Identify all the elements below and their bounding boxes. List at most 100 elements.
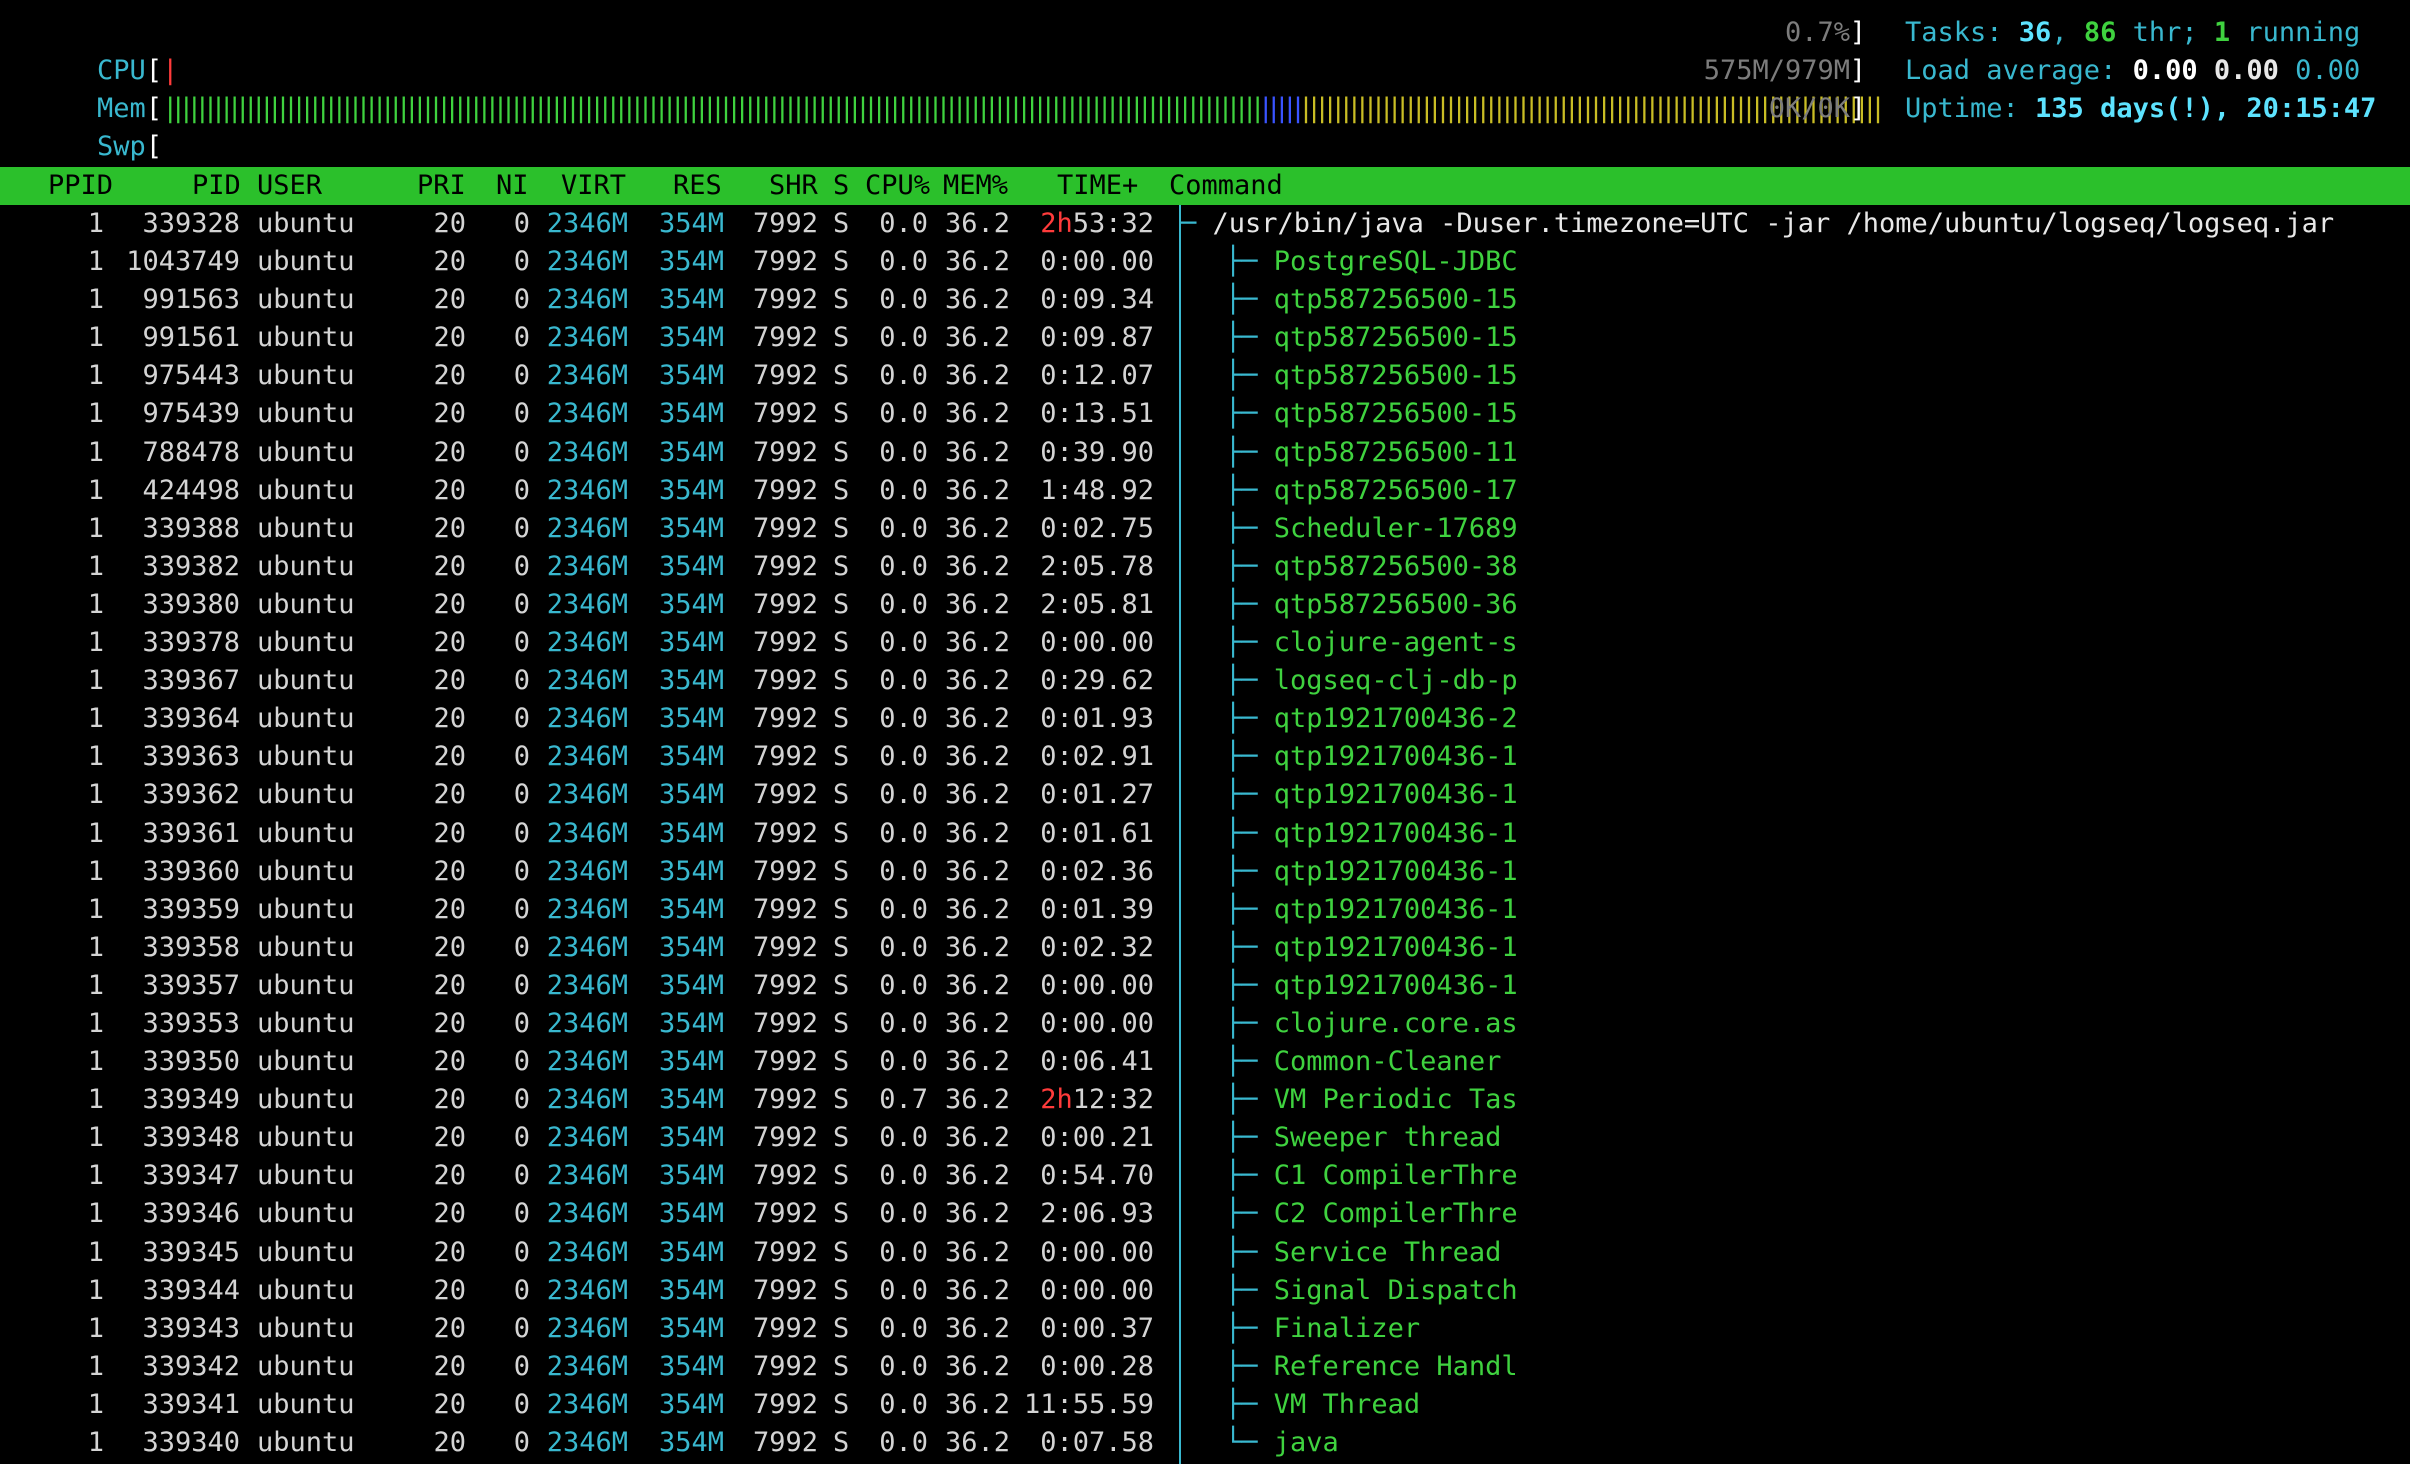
column-ppid[interactable]: PPID <box>48 167 113 205</box>
process-row[interactable]: 1 339361 ubuntu 20 0 2346M 354M 7992 S 0.0 36.2 0:0… <box>0 815 2410 853</box>
process-row[interactable]: 1 975443 ubuntu 20 0 2346M 354M 7992 S 0.0 36.2 0:1… <box>0 357 2410 395</box>
load-15min: 0.00 <box>2295 55 2361 86</box>
process-row[interactable]: 1 339380 ubuntu 20 0 2346M 354M 7992 S 0.0 36.2 2:0… <box>0 586 2410 624</box>
process-row[interactable]: 1 339367 ubuntu 20 0 2346M 354M 7992 S 0.0 36.2 0:2… <box>0 662 2410 700</box>
cell-mem: 36.2 <box>944 741 1010 773</box>
process-row[interactable]: 1 339363 ubuntu 20 0 2346M 354M 7992 S 0.0 36.2 0:0… <box>0 738 2410 776</box>
process-row[interactable]: 1 339349 ubuntu 20 0 2346M 354M 7992 S 0.7 36.2 2h1… <box>0 1081 2410 1119</box>
column-command[interactable]: Command <box>1169 167 1283 205</box>
cell-pri: 20 <box>433 1274 466 1306</box>
cell-res: 354M <box>658 1274 724 1306</box>
cell-ni: 0 <box>513 1007 530 1039</box>
process-row[interactable]: 1 339342 ubuntu 20 0 2346M 354M 7992 S 0.0 36.2 0:0… <box>0 1348 2410 1386</box>
cell-mem: 36.2 <box>944 931 1010 963</box>
cell-user: ubuntu <box>257 1388 355 1420</box>
cell-time: 0:09.34 <box>1040 281 1154 319</box>
cell-ppid: 1 <box>87 322 104 354</box>
thread-name: qtp587256500-11 <box>1273 436 1518 468</box>
cell-ppid: 1 <box>87 436 104 468</box>
cell-ppid: 1 <box>87 931 104 963</box>
process-row[interactable]: 1 339348 ubuntu 20 0 2346M 354M 7992 S 0.0 36.2 0:0… <box>0 1119 2410 1157</box>
thread-name: clojure.core.as <box>1273 1007 1518 1039</box>
cell-mem: 36.2 <box>944 665 1010 697</box>
cell-time-value: 0:12.07 <box>1040 360 1154 392</box>
cell-shr: 7992 <box>752 1350 818 1382</box>
cell-shr: 7992 <box>752 512 818 544</box>
cell-s: S <box>833 474 850 506</box>
process-row[interactable]: 1 339353 ubuntu 20 0 2346M 354M 7992 S 0.0 36.2 0:0… <box>0 1005 2410 1043</box>
cell-s: S <box>833 284 850 316</box>
cell-ppid: 1 <box>87 703 104 735</box>
process-row[interactable]: 1 339350 ubuntu 20 0 2346M 354M 7992 S 0.0 36.2 0:0… <box>0 1043 2410 1081</box>
process-row[interactable]: 1 339346 ubuntu 20 0 2346M 354M 7992 S 0.0 36.2 2:0… <box>0 1195 2410 1233</box>
cell-mem: 36.2 <box>944 284 1010 316</box>
cell-cpu: 0.0 <box>879 1122 928 1154</box>
process-row[interactable]: 1 991563 ubuntu 20 0 2346M 354M 7992 S 0.0 36.2 0:0… <box>0 281 2410 319</box>
cell-ppid: 1 <box>87 1084 104 1116</box>
cell-ni: 0 <box>513 512 530 544</box>
process-row[interactable]: 1 339357 ubuntu 20 0 2346M 354M 7992 S 0.0 36.2 0:0… <box>0 967 2410 1005</box>
cell-mem: 36.2 <box>944 436 1010 468</box>
cell-ni: 0 <box>513 588 530 620</box>
column-shr[interactable]: SHR <box>769 167 818 205</box>
column-res[interactable]: RES <box>673 167 722 205</box>
cell-mem: 36.2 <box>944 474 1010 506</box>
cell-pid: 339367 <box>142 665 240 697</box>
thread-name: qtp1921700436-2 <box>1273 703 1518 735</box>
process-row[interactable]: 1 339344 ubuntu 20 0 2346M 354M 7992 S 0.0 36.2 0:0… <box>0 1272 2410 1310</box>
process-row[interactable]: 1 339382 ubuntu 20 0 2346M 354M 7992 S 0.0 36.2 2:0… <box>0 548 2410 586</box>
process-row[interactable]: 1 339345 ubuntu 20 0 2346M 354M 7992 S 0.0 36.2 0:0… <box>0 1234 2410 1272</box>
cell-time-value: 0:00.28 <box>1040 1350 1154 1382</box>
process-row[interactable]: 1 339364 ubuntu 20 0 2346M 354M 7992 S 0.0 36.2 0:0… <box>0 700 2410 738</box>
column-mem[interactable]: MEM% <box>943 167 1008 205</box>
column-virt[interactable]: VIRT <box>561 167 626 205</box>
process-row[interactable]: 1 339347 ubuntu 20 0 2346M 354M 7992 S 0.0 36.2 0:5… <box>0 1157 2410 1195</box>
process-row[interactable]: 1 339358 ubuntu 20 0 2346M 354M 7992 S 0.0 36.2 0:0… <box>0 929 2410 967</box>
cell-s: S <box>833 1084 850 1116</box>
process-row[interactable]: 1 339328 ubuntu 20 0 2346M 354M 7992 S 0.0 36.2 2h5… <box>0 205 2410 243</box>
cell-ppid: 1 <box>87 1007 104 1039</box>
cell-res: 354M <box>658 703 724 735</box>
cell-shr: 7992 <box>752 1007 818 1039</box>
cell-ppid: 1 <box>87 1427 104 1458</box>
cell-command: ├─ qtp1921700436-2 <box>1225 700 1518 738</box>
process-row[interactable]: 1 339341 ubuntu 20 0 2346M 354M 7992 S 0.0 36.2 11:… <box>0 1386 2410 1424</box>
column-cpu[interactable]: CPU% <box>865 167 930 205</box>
cell-s: S <box>833 627 850 659</box>
cell-s: S <box>833 436 850 468</box>
cell-time: 0:01.61 <box>1040 815 1154 853</box>
process-row[interactable]: 1 339360 ubuntu 20 0 2346M 354M 7992 S 0.0 36.2 0:0… <box>0 853 2410 891</box>
load-label: Load average: <box>1905 55 2133 86</box>
process-row[interactable]: 1 339362 ubuntu 20 0 2346M 354M 7992 S 0.0 36.2 0:0… <box>0 776 2410 814</box>
cell-ni: 0 <box>513 1388 530 1420</box>
process-row[interactable]: 1 991561 ubuntu 20 0 2346M 354M 7992 S 0.0 36.2 0:0… <box>0 319 2410 357</box>
process-row[interactable]: 1 788478 ubuntu 20 0 2346M 354M 7992 S 0.0 36.2 0:3… <box>0 434 2410 472</box>
cell-ni: 0 <box>513 1350 530 1382</box>
process-row[interactable]: 1 339343 ubuntu 20 0 2346M 354M 7992 S 0.0 36.2 0:0… <box>0 1310 2410 1348</box>
process-row[interactable]: 1 424498 ubuntu 20 0 2346M 354M 7992 S 0.0 36.2 1:4… <box>0 472 2410 510</box>
cell-pri: 20 <box>433 588 466 620</box>
column-state[interactable]: S <box>833 167 849 205</box>
process-row[interactable]: 1 1043749 ubuntu 20 0 2346M 354M 7992 S 0.0 36.2 0:… <box>0 243 2410 281</box>
cell-ni: 0 <box>513 741 530 773</box>
cell-s: S <box>833 741 850 773</box>
process-row[interactable]: 1 339340 ubuntu 20 0 2346M 354M 7992 S 0.0 36.2 0:0… <box>0 1424 2410 1462</box>
column-pid[interactable]: PID <box>192 167 241 205</box>
cell-command: ├─ Signal Dispatch <box>1225 1272 1518 1310</box>
running-count: 1 <box>2213 17 2231 48</box>
process-row[interactable]: 1 339359 ubuntu 20 0 2346M 354M 7992 S 0.0 36.2 0:0… <box>0 891 2410 929</box>
column-pri[interactable]: PRI <box>417 167 466 205</box>
cell-pri: 20 <box>433 1198 466 1230</box>
process-row[interactable]: 1 339378 ubuntu 20 0 2346M 354M 7992 S 0.0 36.2 0:0… <box>0 624 2410 662</box>
cell-virt: 2346M <box>546 474 628 506</box>
process-row[interactable]: 1 339388 ubuntu 20 0 2346M 354M 7992 S 0.0 36.2 0:0… <box>0 510 2410 548</box>
column-time[interactable]: TIME+ <box>1057 167 1138 205</box>
cell-time: 0:00.28 <box>1040 1348 1154 1386</box>
cell-virt: 2346M <box>546 741 628 773</box>
cell-ni: 0 <box>513 1046 530 1078</box>
column-user[interactable]: USER <box>257 167 322 205</box>
process-row[interactable]: 1 975439 ubuntu 20 0 2346M 354M 7992 S 0.0 36.2 0:1… <box>0 395 2410 433</box>
cell-mem: 36.2 <box>944 1427 1010 1458</box>
cell-user: ubuntu <box>257 665 355 697</box>
column-ni[interactable]: NI <box>496 167 529 205</box>
